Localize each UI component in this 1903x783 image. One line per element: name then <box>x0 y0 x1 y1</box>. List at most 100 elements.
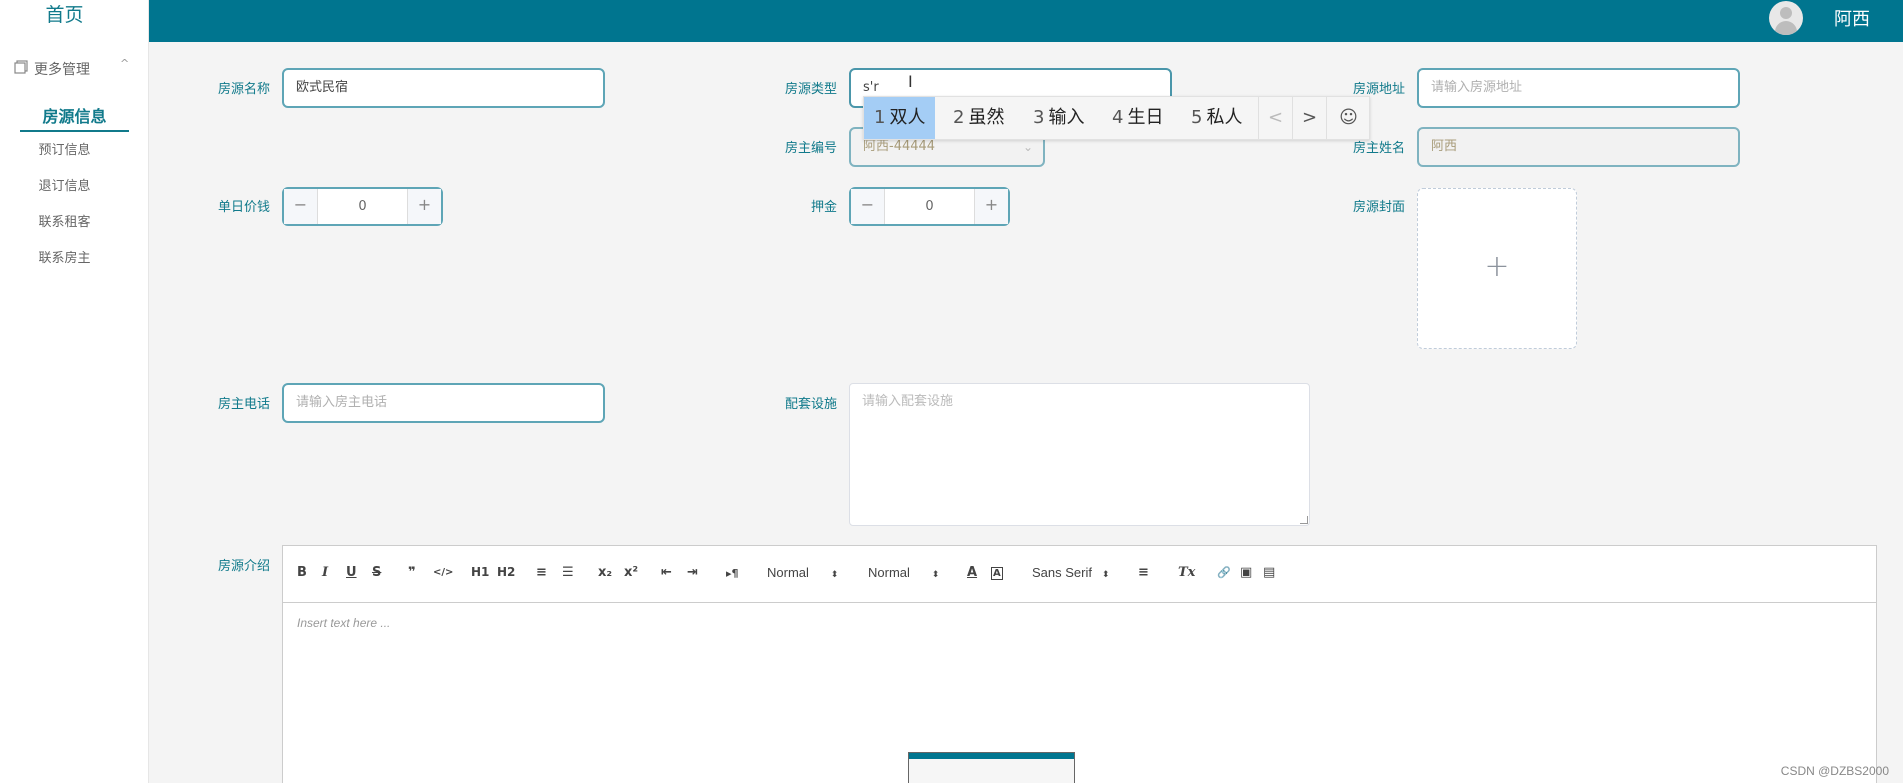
resize-handle-icon[interactable] <box>1300 516 1308 524</box>
avatar-body-shape <box>1775 21 1797 35</box>
daily-price-value[interactable]: 0 <box>318 189 407 224</box>
align-icon[interactable]: ≡ <box>1138 565 1149 580</box>
ime-candidate[interactable]: 4 生日 <box>1102 97 1173 139</box>
clear-format-icon[interactable]: Tx <box>1178 565 1195 580</box>
text-color-icon[interactable]: A <box>967 565 977 580</box>
size-picker[interactable]: Normal ⬍ <box>767 565 838 580</box>
facility-placeholder: 请输入配套设施 <box>862 394 954 409</box>
menu-group-label: 更多管理 <box>34 62 90 78</box>
ime-candidate-number: 5 <box>1191 107 1203 128</box>
username[interactable]: 阿西 <box>1834 5 1870 31</box>
home-link[interactable]: 首页 <box>0 0 129 30</box>
updown-caret-icon: ⬍ <box>931 569 940 579</box>
indent-icon[interactable]: ⇥ <box>687 565 698 580</box>
editor-placeholder[interactable]: Insert text here ... <box>297 616 390 630</box>
header-picker[interactable]: Normal ⬍ <box>868 565 939 580</box>
daily-price-stepper[interactable]: − 0 + <box>282 187 443 226</box>
video-icon[interactable]: ▤ <box>1263 565 1275 580</box>
daily-price-label: 单日价钱 <box>217 200 270 215</box>
sidebar-item-contact-tenant[interactable]: 联系租客 <box>0 211 129 230</box>
link-icon[interactable]: 🔗 <box>1217 566 1231 579</box>
house-type-label: 房源类型 <box>784 82 837 97</box>
house-name-input[interactable]: 欧式民宿 <box>282 68 605 108</box>
bold-icon[interactable]: B <box>297 565 307 580</box>
h2-icon[interactable]: H2 <box>497 565 515 579</box>
emoji-icon[interactable]: ☺ <box>1326 97 1370 139</box>
avatar-head-shape <box>1780 7 1792 19</box>
deposit-stepper[interactable]: − 0 + <box>849 187 1010 226</box>
house-address-label: 房源地址 <box>1352 82 1405 97</box>
bullet-list-icon[interactable]: ☰ <box>562 565 574 580</box>
outdent-icon[interactable]: ⇤ <box>661 565 672 580</box>
font-picker-value: Sans Serif <box>1032 565 1092 580</box>
intro-label: 房源介绍 <box>217 559 270 574</box>
more-management-menu[interactable]: 更多管理 ^ <box>0 55 149 83</box>
blockquote-icon[interactable]: ❞ <box>408 565 416 580</box>
cover-upload[interactable]: + <box>1417 188 1577 349</box>
sidebar-item-contact-owner[interactable]: 联系房主 <box>0 247 129 266</box>
facility-label: 配套设施 <box>784 397 837 412</box>
h1-icon[interactable]: H1 <box>471 565 489 579</box>
ime-candidate-number: 4 <box>1112 107 1124 128</box>
ime-candidate-number: 3 <box>1033 107 1045 128</box>
sidebar-item-house-info[interactable]: 房源信息 <box>20 103 129 132</box>
owner-phone-label: 房主电话 <box>217 397 270 412</box>
ime-candidate-text: 双人 <box>889 107 926 128</box>
increase-button[interactable]: + <box>407 189 441 224</box>
size-picker-value: Normal <box>767 565 809 580</box>
deposit-label: 押金 <box>810 200 837 215</box>
subscript-icon[interactable]: x₂ <box>598 565 612 580</box>
embedded-screenshot-image <box>908 752 1075 783</box>
ime-candidate-number: 2 <box>953 107 965 128</box>
background-color-icon[interactable]: A <box>991 567 1003 580</box>
avatar[interactable] <box>1769 1 1803 35</box>
ime-candidate-text: 输入 <box>1048 107 1085 128</box>
updown-caret-icon: ⬍ <box>1101 569 1110 579</box>
chevron-right-icon[interactable]: > <box>1292 97 1326 139</box>
superscript-icon[interactable]: x² <box>624 565 638 580</box>
ime-candidate-text: 生日 <box>1127 107 1164 128</box>
ime-candidate-text: 私人 <box>1206 107 1243 128</box>
facility-textarea[interactable]: 请输入配套设施 <box>849 383 1310 526</box>
sidebar: 首页 更多管理 ^ 房源信息 预订信息 退订信息 联系租客 联系房主 <box>0 0 149 783</box>
owner-phone-input[interactable]: 请输入房主电话 <box>282 383 605 423</box>
image-icon[interactable]: ▣ <box>1240 565 1252 580</box>
header-picker-value: Normal <box>868 565 910 580</box>
ime-candidate[interactable]: 5 私人 <box>1181 97 1252 139</box>
ime-candidate-number: 1 <box>874 107 886 128</box>
text-direction-icon[interactable]: ▸¶ <box>726 567 739 580</box>
top-bar: 阿西 <box>149 0 1903 42</box>
sidebar-item-cancel-info[interactable]: 退订信息 <box>0 175 129 194</box>
house-address-input[interactable]: 请输入房源地址 <box>1417 68 1740 108</box>
editor-toolbar: B I U S ❞ </> H1 H2 ≡ ☰ x₂ x² ⇤ ⇥ ▸¶ Nor… <box>283 546 1876 603</box>
italic-icon[interactable]: I <box>322 565 328 580</box>
plus-icon: + <box>1484 249 1510 284</box>
ime-candidate[interactable]: 2 虽然 <box>943 97 1014 139</box>
owner-name-input: 阿西 <box>1417 127 1740 167</box>
ime-candidate[interactable]: 1 双人 <box>864 97 936 139</box>
house-name-label: 房源名称 <box>217 82 270 97</box>
decrease-button[interactable]: − <box>284 189 318 224</box>
ordered-list-icon[interactable]: ≡ <box>536 565 547 580</box>
owner-id-value: 阿西-44444 <box>863 139 936 154</box>
decrease-button[interactable]: − <box>851 189 885 224</box>
ime-candidate-text: 虽然 <box>968 107 1005 128</box>
strike-icon[interactable]: S <box>372 565 381 580</box>
code-icon[interactable]: </> <box>433 567 453 578</box>
updown-caret-icon: ⬍ <box>830 569 839 579</box>
chevron-left-icon[interactable]: < <box>1258 97 1292 139</box>
watermark: CSDN @DZBS2000 <box>1780 764 1889 778</box>
font-picker[interactable]: Sans Serif ⬍ <box>1032 565 1110 580</box>
rich-text-editor: B I U S ❞ </> H1 H2 ≡ ☰ x₂ x² ⇤ ⇥ ▸¶ Nor… <box>282 545 1877 783</box>
chevron-up-icon[interactable]: ^ <box>120 57 129 70</box>
cover-label: 房源封面 <box>1352 200 1405 215</box>
sidebar-item-booking-info[interactable]: 预订信息 <box>0 139 129 158</box>
text-cursor-icon: I <box>908 72 913 91</box>
underline-icon[interactable]: U <box>346 565 357 580</box>
thumbnail-header-bar <box>909 753 1074 759</box>
increase-button[interactable]: + <box>974 189 1008 224</box>
ime-candidate-popup: 1 双人 2 虽然 3 输入 4 生日 5 私人 < > ☺ <box>863 96 1370 140</box>
deposit-value[interactable]: 0 <box>885 189 974 224</box>
ime-candidate[interactable]: 3 输入 <box>1023 97 1094 139</box>
owner-id-label: 房主编号 <box>784 141 837 156</box>
